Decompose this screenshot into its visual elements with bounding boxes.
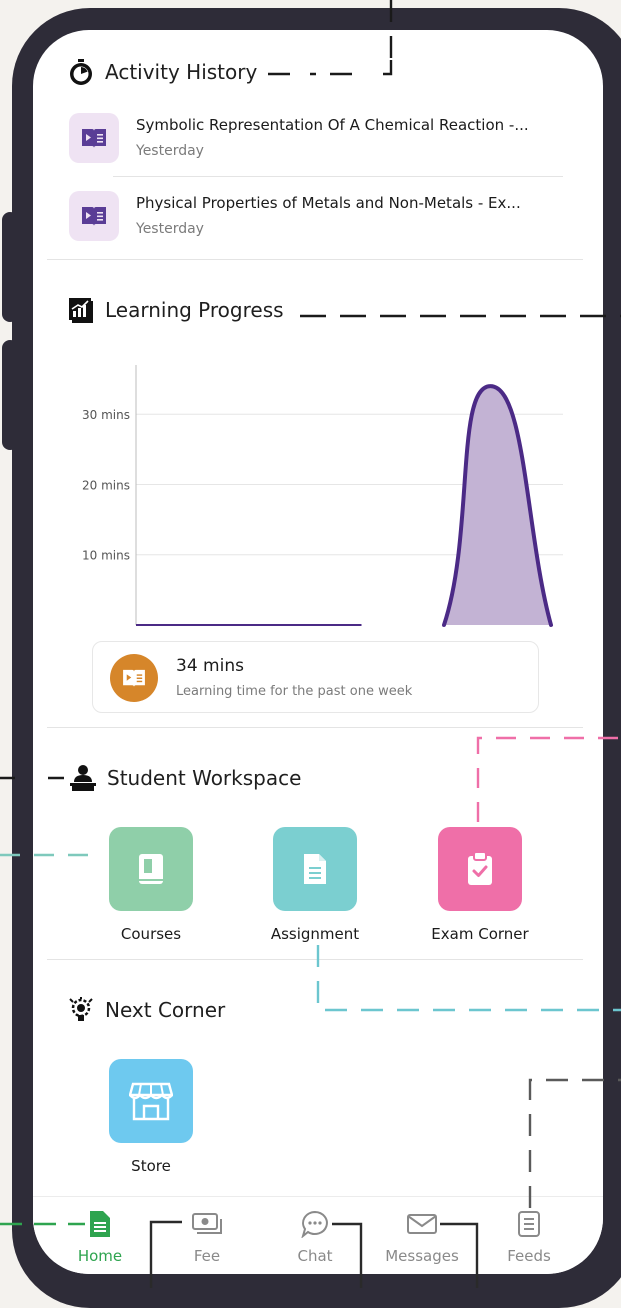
section-divider xyxy=(47,959,583,960)
courses-tile[interactable] xyxy=(109,827,193,911)
nav-messages[interactable]: Messages xyxy=(372,1209,472,1265)
store-tile[interactable] xyxy=(109,1059,193,1143)
nav-feeds[interactable]: Feeds xyxy=(479,1209,579,1265)
bottom-navigation: Home Fee Chat xyxy=(33,1196,603,1274)
nav-feeds-label: Feeds xyxy=(479,1247,579,1265)
learning-time-value: 34 mins xyxy=(176,656,244,676)
learning-progress-chart: 10 mins20 mins30 mins15Jan16Jan17Jan18Ja… xyxy=(73,330,573,630)
stopwatch-icon xyxy=(67,58,95,86)
nav-chat-label: Chat xyxy=(265,1247,365,1265)
document-icon xyxy=(302,852,328,886)
exam-corner-tile[interactable] xyxy=(438,827,522,911)
phone-side-button-lower xyxy=(2,340,18,450)
learning-progress-heading: Learning Progress xyxy=(67,296,284,324)
activity-item[interactable]: Symbolic Representation Of A Chemical Re… xyxy=(69,110,559,174)
store-label[interactable]: Store xyxy=(81,1157,221,1175)
learning-time-summary-card: 34 mins Learning time for the past one w… xyxy=(92,641,539,713)
book-video-icon xyxy=(69,113,119,163)
learning-progress-title: Learning Progress xyxy=(105,298,284,322)
home-document-icon xyxy=(89,1210,111,1238)
activity-item-title: Symbolic Representation Of A Chemical Re… xyxy=(136,116,529,134)
learning-time-label: Learning time for the past one week xyxy=(176,684,412,699)
nav-home[interactable]: Home xyxy=(50,1209,150,1265)
envelope-icon xyxy=(406,1213,438,1235)
y-tick-label: 20 mins xyxy=(82,478,130,492)
y-tick-label: 10 mins xyxy=(82,549,130,563)
lightbulb-gear-icon xyxy=(67,996,95,1024)
student-workspace-heading: Student Workspace xyxy=(69,764,301,792)
book-icon xyxy=(136,852,166,886)
phone-side-button-upper xyxy=(2,212,18,322)
nav-fee[interactable]: Fee xyxy=(157,1209,257,1265)
feed-list-icon xyxy=(517,1210,541,1238)
activity-history-title: Activity History xyxy=(105,60,257,84)
money-icon xyxy=(191,1212,223,1236)
courses-label[interactable]: Courses xyxy=(81,925,221,943)
exam-corner-label[interactable]: Exam Corner xyxy=(410,925,550,943)
activity-item-time: Yesterday xyxy=(136,143,204,159)
clipboard-check-icon xyxy=(466,851,494,887)
nav-home-label: Home xyxy=(50,1247,150,1265)
activity-item-time: Yesterday xyxy=(136,221,204,237)
nav-messages-label: Messages xyxy=(372,1247,472,1265)
chat-bubble-icon xyxy=(301,1210,329,1238)
next-corner-title: Next Corner xyxy=(105,998,225,1022)
activity-item-title: Physical Properties of Metals and Non-Me… xyxy=(136,194,521,212)
app-screen: Activity History Symbolic Representation… xyxy=(33,30,603,1274)
book-video-icon xyxy=(110,654,158,702)
nav-fee-label: Fee xyxy=(157,1247,257,1265)
student-desk-icon xyxy=(69,764,97,792)
y-tick-label: 30 mins xyxy=(82,408,130,422)
next-corner-heading: Next Corner xyxy=(67,996,225,1024)
divider xyxy=(113,176,563,177)
activity-item[interactable]: Physical Properties of Metals and Non-Me… xyxy=(69,188,559,252)
section-divider xyxy=(47,259,583,260)
section-divider xyxy=(47,727,583,728)
chart-book-icon xyxy=(67,296,95,324)
student-workspace-title: Student Workspace xyxy=(107,766,301,790)
assignment-tile[interactable] xyxy=(273,827,357,911)
activity-history-heading: Activity History xyxy=(67,58,257,86)
nav-chat[interactable]: Chat xyxy=(265,1209,365,1265)
assignment-label[interactable]: Assignment xyxy=(245,925,385,943)
store-icon xyxy=(129,1081,173,1121)
book-video-icon xyxy=(69,191,119,241)
series-area xyxy=(444,386,551,625)
